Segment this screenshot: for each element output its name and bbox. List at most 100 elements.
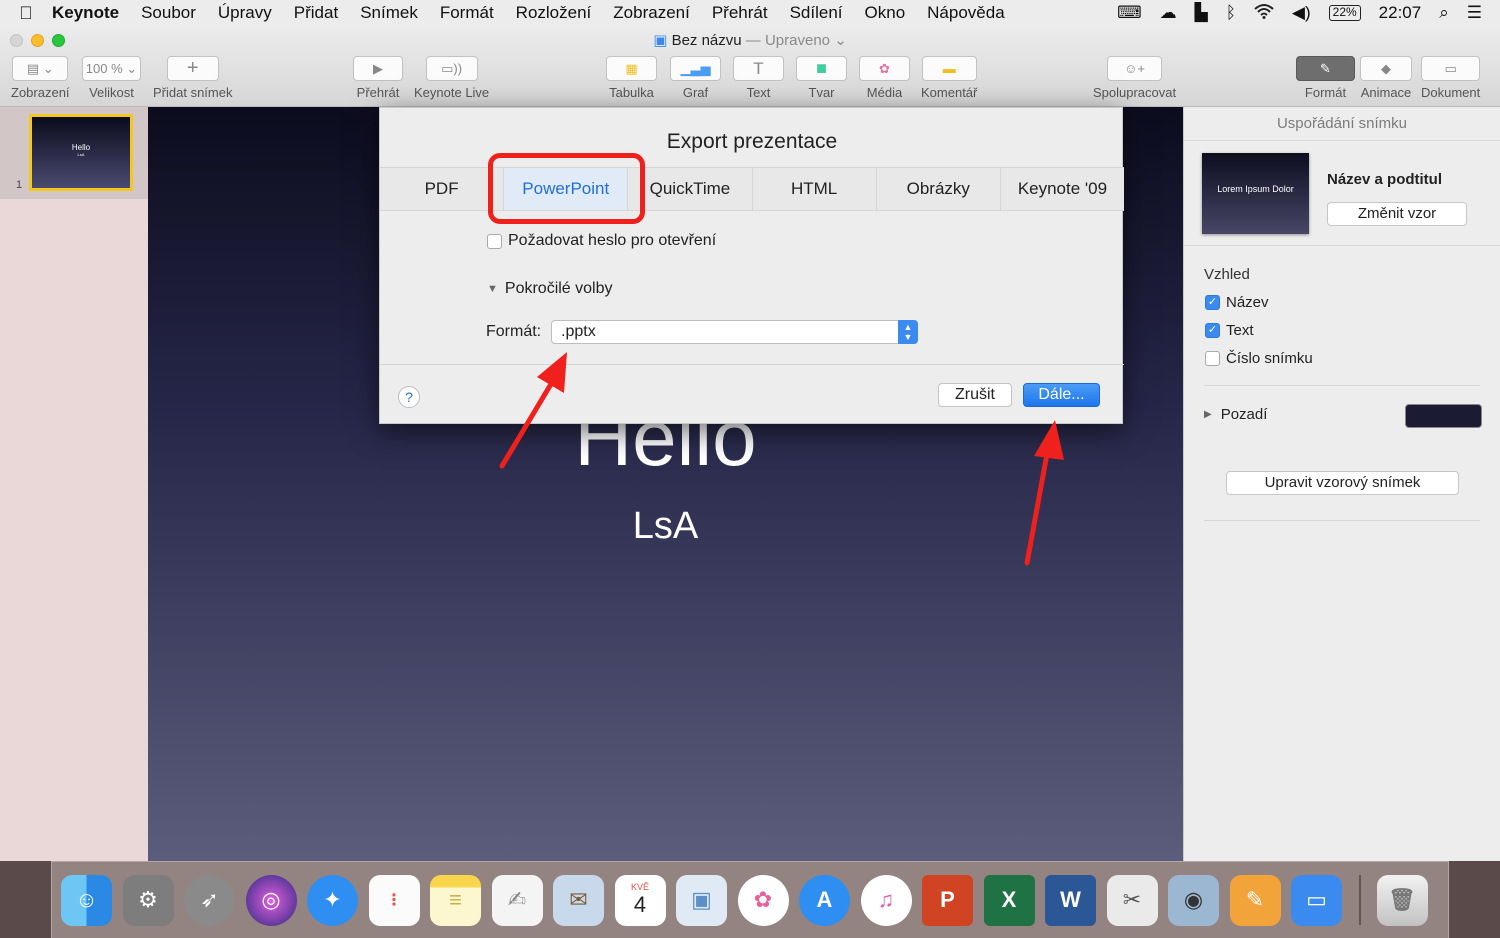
slide-thumbnail[interactable]: Hello LsA: [29, 114, 133, 191]
edit-master-button[interactable]: Upravit vzorový snímek: [1226, 471, 1459, 495]
tab-quicktime[interactable]: QuickTime: [628, 168, 753, 210]
updown-chevron-icon[interactable]: ▲ ▼: [898, 320, 918, 344]
sidebar-view-icon[interactable]: ▤ ⌄: [12, 56, 69, 81]
battery-status[interactable]: 22%: [1328, 5, 1361, 21]
play-icon[interactable]: ▶: [353, 56, 403, 81]
format-select[interactable]: .pptx ▲ ▼: [551, 320, 918, 344]
checkmark-icon[interactable]: ✓: [1205, 323, 1220, 338]
view-tool[interactable]: ▤ ⌄ Zobrazení: [11, 56, 70, 100]
checkbox[interactable]: [1205, 351, 1220, 366]
keynote-icon[interactable]: ▭: [1291, 874, 1342, 926]
bluetooth-icon[interactable]: ᛒ: [1226, 3, 1236, 23]
password-checkbox[interactable]: [487, 233, 502, 249]
reminders-icon[interactable]: ⋮: [368, 874, 420, 926]
scissors-icon[interactable]: ✂: [1106, 874, 1158, 926]
menu-slide[interactable]: Snímek: [360, 3, 418, 23]
photos-icon[interactable]: ✿: [737, 874, 789, 926]
plus-icon[interactable]: +: [166, 56, 219, 81]
layout-thumbnail[interactable]: Lorem Ipsum Dolor: [1202, 153, 1309, 234]
finder-icon[interactable]: ☺: [61, 874, 112, 926]
zoom-tool[interactable]: 100 % ⌄ Velikost: [82, 56, 141, 100]
powerpoint-icon[interactable]: P: [922, 874, 973, 926]
tab-pdf[interactable]: PDF: [380, 168, 505, 210]
chart-icon[interactable]: ▁▃▅: [670, 56, 721, 81]
password-option[interactable]: Požadovat heslo pro otevření: [487, 232, 716, 250]
excel-icon[interactable]: X: [983, 874, 1035, 926]
notes-icon[interactable]: ≡: [430, 874, 481, 926]
background-section[interactable]: ▶ Pozadí: [1204, 406, 1267, 423]
animate-tool[interactable]: ◆ Animace: [1360, 56, 1412, 100]
comment-tool[interactable]: ▬ Komentář: [921, 56, 977, 100]
preview-icon[interactable]: ▣: [676, 874, 727, 926]
tab-images[interactable]: Obrázky: [877, 168, 1001, 210]
document-tool[interactable]: ▭ Dokument: [1421, 56, 1480, 100]
text-icon[interactable]: T: [733, 56, 784, 81]
text-tool[interactable]: T Text: [733, 56, 784, 100]
document-inspector-icon[interactable]: ▭: [1421, 56, 1481, 81]
photos-icon[interactable]: ✿: [859, 56, 910, 81]
paintbrush-icon[interactable]: ✎: [1296, 56, 1355, 81]
clock[interactable]: 22:07: [1379, 3, 1422, 23]
title-option[interactable]: ✓ Název: [1205, 294, 1269, 311]
table-tool[interactable]: ▦ Tabulka: [606, 56, 657, 100]
cancel-button[interactable]: Zrušit: [938, 383, 1012, 407]
pages-icon[interactable]: ✎: [1229, 874, 1281, 926]
wifi-icon[interactable]: [1254, 3, 1274, 24]
disclosure-triangle-icon[interactable]: ▼: [487, 283, 498, 295]
collaborate-tool[interactable]: ☺+ Spolupracovat: [1093, 56, 1176, 100]
disclosure-triangle-icon[interactable]: ▶: [1204, 409, 1212, 420]
itunes-icon[interactable]: ♫: [860, 874, 912, 926]
siri-icon[interactable]: ◎: [245, 874, 297, 926]
menu-play[interactable]: Přehrát: [712, 3, 768, 23]
system-preferences-icon[interactable]: ⚙: [122, 874, 174, 926]
change-master-button[interactable]: Změnit vzor: [1327, 202, 1467, 226]
comment-icon[interactable]: ▬: [921, 56, 977, 81]
add-slide-tool[interactable]: + Přidat snímek: [153, 56, 232, 100]
menu-arrange[interactable]: Rozložení: [516, 3, 592, 23]
launchpad-icon[interactable]: ➶: [184, 874, 235, 926]
keynote-live-icon[interactable]: ▭)): [425, 56, 478, 81]
shape-tool[interactable]: ■ Tvar: [796, 56, 847, 100]
chart-tool[interactable]: ▁▃▅ Graf: [670, 56, 721, 100]
zoom-select[interactable]: 100 % ⌄: [82, 56, 141, 81]
cloud-icon[interactable]: ☁: [1160, 3, 1177, 23]
chevron-down-icon[interactable]: ⌄: [834, 32, 847, 49]
next-button[interactable]: Dále...: [1023, 383, 1100, 407]
slide-number-option[interactable]: Číslo snímku: [1205, 350, 1313, 367]
notification-center-icon[interactable]: ☰: [1467, 3, 1482, 23]
checkmark-icon[interactable]: ✓: [1205, 295, 1220, 310]
slide-subtitle[interactable]: LsA: [148, 505, 1183, 548]
app-store-icon[interactable]: A: [799, 874, 850, 926]
apple-menu-icon[interactable]: : [0, 3, 52, 24]
menu-app[interactable]: Keynote: [52, 3, 119, 23]
trash-icon[interactable]: 🗑: [1376, 874, 1428, 926]
tab-html[interactable]: HTML: [753, 168, 877, 210]
text-option[interactable]: ✓ Text: [1205, 322, 1254, 339]
advanced-options-toggle[interactable]: ▼ Pokročilé volby: [487, 280, 613, 298]
keynote-live-tool[interactable]: ▭)) Keynote Live: [414, 56, 489, 100]
layout-icon[interactable]: ▙: [1195, 3, 1208, 23]
menu-edit[interactable]: Úpravy: [218, 3, 272, 23]
play-tool[interactable]: ▶ Přehrát: [353, 56, 403, 100]
menu-help[interactable]: Nápověda: [927, 3, 1005, 23]
document-name[interactable]: Bez názvu: [672, 32, 742, 49]
collaborate-icon[interactable]: ☺+: [1107, 56, 1163, 81]
volume-icon[interactable]: ◀): [1292, 3, 1311, 23]
table-icon[interactable]: ▦: [606, 56, 657, 81]
help-button[interactable]: ?: [398, 386, 420, 408]
menu-insert[interactable]: Přidat: [294, 3, 338, 23]
media-tool[interactable]: ✿ Média: [859, 56, 910, 100]
menu-format[interactable]: Formát: [440, 3, 494, 23]
spotlight-search-icon[interactable]: ⌕: [1439, 3, 1449, 23]
shape-icon[interactable]: ■: [796, 56, 847, 81]
animate-icon[interactable]: ◆: [1360, 56, 1412, 81]
image-capture-icon[interactable]: ◉: [1168, 874, 1219, 926]
word-icon[interactable]: W: [1045, 874, 1096, 926]
background-color-well[interactable]: [1405, 404, 1482, 428]
textedit-icon[interactable]: ✍: [491, 874, 543, 926]
keyboard-icon[interactable]: ⌨: [1117, 3, 1142, 23]
tab-keynote09[interactable]: Keynote '09: [1001, 168, 1124, 210]
calendar-icon[interactable]: KVĚ 4: [614, 874, 666, 926]
menu-window[interactable]: Okno: [865, 3, 906, 23]
menu-file[interactable]: Soubor: [141, 3, 196, 23]
